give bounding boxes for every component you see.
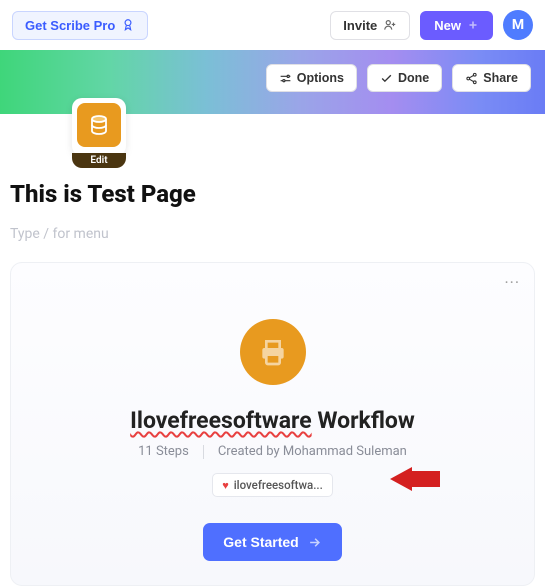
- check-icon: [380, 72, 393, 85]
- share-label: Share: [483, 71, 518, 85]
- arrow-right-icon: [307, 535, 322, 550]
- get-started-button[interactable]: Get Started: [203, 523, 341, 561]
- tag-row: ♥ ilovefreesoftwa...: [31, 473, 514, 497]
- new-label: New: [434, 18, 461, 33]
- workflow-title-word1: Ilovefreesoftware: [130, 407, 311, 434]
- options-label: Options: [297, 71, 344, 85]
- get-pro-label: Get Scribe Pro: [25, 18, 115, 33]
- content-area: This is Test Page Type / for menu ··· Il…: [0, 114, 545, 586]
- banner-actions: Options Done Share: [266, 64, 531, 92]
- invite-button[interactable]: Invite: [330, 11, 410, 40]
- page-title[interactable]: This is Test Page: [10, 180, 535, 208]
- new-button[interactable]: New: [420, 11, 493, 40]
- workflow-title-word2: Workflow: [312, 407, 415, 434]
- avatar-initial: M: [512, 17, 524, 33]
- banner: Options Done Share Edit: [0, 50, 545, 114]
- plus-icon: [467, 19, 479, 31]
- printer-icon: [240, 319, 306, 385]
- get-pro-button[interactable]: Get Scribe Pro: [12, 11, 148, 40]
- red-arrow-annotation: [390, 467, 440, 491]
- tag-text: ilovefreesoftwa...: [234, 478, 323, 492]
- source-tag-chip[interactable]: ♥ ilovefreesoftwa...: [212, 473, 333, 497]
- done-label: Done: [398, 71, 429, 85]
- share-button[interactable]: Share: [452, 64, 531, 92]
- avatar[interactable]: M: [503, 10, 533, 40]
- workflow-meta: 11 Steps Created by Mohammad Suleman: [31, 444, 514, 459]
- award-icon: [121, 18, 135, 32]
- invite-label: Invite: [343, 18, 377, 33]
- heart-icon: ♥: [222, 479, 229, 492]
- sliders-icon: [279, 72, 292, 85]
- top-bar: Get Scribe Pro Invite New M: [0, 0, 545, 50]
- share-icon: [465, 72, 478, 85]
- done-button[interactable]: Done: [367, 64, 442, 92]
- meta-separator: [203, 445, 204, 459]
- slash-menu-hint[interactable]: Type / for menu: [10, 226, 535, 242]
- person-plus-icon: [383, 18, 397, 32]
- options-button[interactable]: Options: [266, 64, 357, 92]
- author-label: Created by Mohammad Suleman: [218, 444, 407, 459]
- workflow-card: ··· Ilovefreesoftware Workflow 11 Steps …: [10, 262, 535, 586]
- get-started-label: Get Started: [223, 534, 298, 550]
- steps-count: 11 Steps: [138, 444, 189, 459]
- workflow-title: Ilovefreesoftware Workflow: [31, 407, 514, 434]
- card-menu-button[interactable]: ···: [504, 273, 520, 292]
- top-right-group: Invite New M: [330, 10, 533, 40]
